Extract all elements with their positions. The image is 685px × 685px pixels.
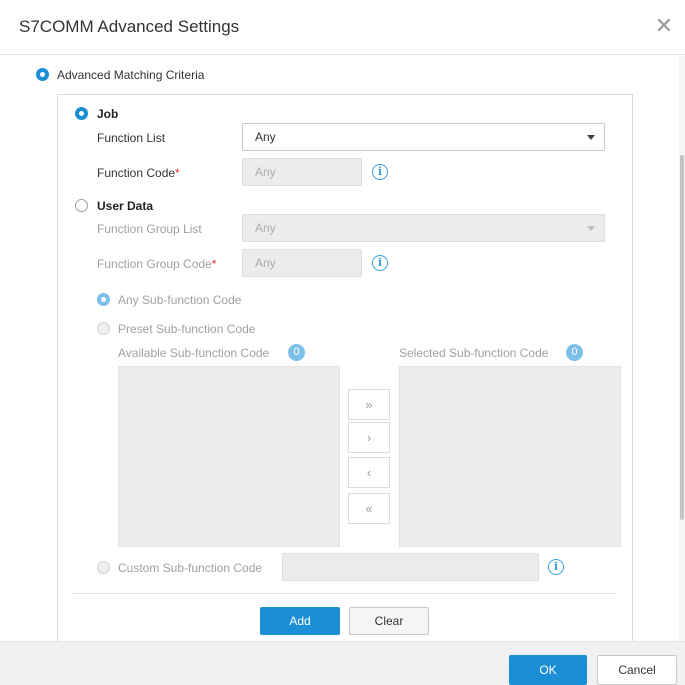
available-count-badge: 0 xyxy=(288,344,305,361)
clear-button[interactable]: Clear xyxy=(349,607,429,635)
chevron-down-icon xyxy=(587,135,595,140)
move-left-button[interactable]: ‹ xyxy=(348,457,390,488)
ok-button[interactable]: OK xyxy=(509,655,587,685)
dialog-footer: OK Cancel xyxy=(0,641,685,685)
custom-subfunction-label: Custom Sub-function Code xyxy=(118,561,263,575)
custom-subfunction-input[interactable] xyxy=(282,553,539,581)
available-subfunction-list[interactable] xyxy=(118,366,340,547)
function-group-list-label: Function Group List xyxy=(97,222,202,236)
available-subfunction-label: Available Sub-function Code xyxy=(118,346,270,360)
selected-subfunction-label: Selected Sub-function Code xyxy=(399,346,549,360)
add-button[interactable]: Add xyxy=(260,607,340,635)
move-all-left-button[interactable]: « xyxy=(348,493,390,524)
dialog-title: S7COMM Advanced Settings xyxy=(19,17,240,36)
info-icon[interactable]: i xyxy=(372,164,388,180)
function-list-value: Any xyxy=(255,130,276,144)
chevron-down-icon xyxy=(587,226,595,231)
selected-count-badge: 0 xyxy=(566,344,583,361)
job-radio[interactable] xyxy=(75,107,88,120)
function-group-code-placeholder: Any xyxy=(255,256,276,270)
info-icon[interactable]: i xyxy=(548,559,564,575)
any-subfunction-radio[interactable] xyxy=(97,293,110,306)
divider xyxy=(73,593,615,594)
dialog-body: Advanced Matching Criteria Job Function … xyxy=(0,56,685,641)
selected-subfunction-list[interactable] xyxy=(399,366,621,547)
function-group-list-value: Any xyxy=(255,221,276,235)
function-group-code-label: Function Group Code* xyxy=(97,257,217,271)
user-data-radio[interactable] xyxy=(75,199,88,212)
job-label: Job xyxy=(97,107,119,121)
function-list-label: Function List xyxy=(97,131,166,145)
dialog-header: S7COMM Advanced Settings ✕ xyxy=(0,0,685,55)
close-icon[interactable]: ✕ xyxy=(651,13,677,39)
function-code-placeholder: Any xyxy=(255,165,276,179)
user-data-label: User Data xyxy=(97,199,154,213)
preset-subfunction-radio[interactable] xyxy=(97,322,110,335)
function-code-input[interactable]: Any xyxy=(242,158,362,186)
advanced-matching-criteria-label: Advanced Matching Criteria xyxy=(57,68,205,82)
cancel-button[interactable]: Cancel xyxy=(597,655,677,685)
function-list-select[interactable]: Any xyxy=(242,123,605,151)
function-code-label: Function Code* xyxy=(97,166,180,180)
scrollbar-thumb[interactable] xyxy=(680,155,684,520)
s7comm-advanced-settings-dialog: S7COMM Advanced Settings ✕ Advanced Matc… xyxy=(0,0,685,685)
any-subfunction-label: Any Sub-function Code xyxy=(118,293,242,307)
move-right-button[interactable]: › xyxy=(348,422,390,453)
function-group-list-select[interactable]: Any xyxy=(242,214,605,242)
preset-subfunction-label: Preset Sub-function Code xyxy=(118,322,256,336)
custom-subfunction-radio[interactable] xyxy=(97,561,110,574)
function-group-code-input[interactable]: Any xyxy=(242,249,362,277)
move-all-right-button[interactable]: » xyxy=(348,389,390,420)
info-icon[interactable]: i xyxy=(372,255,388,271)
advanced-matching-criteria-radio[interactable] xyxy=(36,68,49,81)
